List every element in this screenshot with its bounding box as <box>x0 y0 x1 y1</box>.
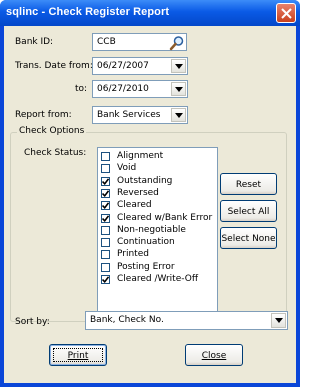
close-button[interactable]: Close <box>185 344 243 366</box>
select-all-button[interactable]: Select All <box>220 200 277 222</box>
bank-id-input[interactable]: CCB <box>92 33 187 51</box>
chevron-down-icon <box>175 113 183 118</box>
trans-date-from-label: Trans. Date from: <box>15 61 93 71</box>
trans-date-to-label: to: <box>75 84 88 94</box>
magnifier-icon <box>169 36 184 51</box>
checkbox-checked[interactable] <box>101 176 110 186</box>
trans-date-to-dropdown-button[interactable] <box>171 82 186 96</box>
focus-rectangle <box>53 348 103 362</box>
checkmark-icon <box>102 202 109 210</box>
report-from-dropdown-button[interactable] <box>171 108 186 122</box>
check-status-list[interactable]: Alignment Void Outstanding Reversed Cleared C… <box>97 147 218 313</box>
close-window-button[interactable] <box>276 3 296 23</box>
window-title: sqlinc - Check Register Report <box>6 6 170 18</box>
checkbox-unchecked[interactable] <box>101 225 110 235</box>
title-bar[interactable]: sqlinc - Check Register Report <box>0 0 300 26</box>
checkmark-icon <box>102 190 109 197</box>
checkbox-unchecked[interactable] <box>101 152 110 161</box>
bank-id-label: Bank ID: <box>15 37 54 47</box>
status-item-label: Cleared w/Bank Error <box>117 212 213 223</box>
checkbox-unchecked[interactable] <box>101 238 110 248</box>
print-button[interactable]: Print <box>49 344 107 366</box>
dialog-window: sqlinc - Check Register Report Bank ID: … <box>0 0 300 387</box>
trans-date-to-select[interactable]: 06/27/2010 <box>92 80 188 98</box>
status-item-label: Non-negotiable <box>117 224 186 235</box>
status-item-label: Reversed <box>117 187 159 198</box>
checkbox-checked[interactable] <box>101 188 110 198</box>
sort-by-dropdown-button[interactable] <box>271 313 286 328</box>
check-status-label: Check Status: <box>24 148 87 158</box>
sort-by-label: Sort by: <box>15 317 50 327</box>
checkmark-icon <box>102 214 109 222</box>
dialog-body: Bank ID: CCB Trans. Date from: 06/27/200… <box>4 26 296 383</box>
checkbox-checked[interactable] <box>101 201 110 211</box>
sort-by-select[interactable]: Bank, Check No. <box>85 311 288 330</box>
checkmark-icon <box>102 177 109 185</box>
status-item-label: Continuation <box>117 237 175 248</box>
status-item-label: Cleared /Write-Off <box>117 274 199 284</box>
status-item-label: Void <box>117 163 137 174</box>
checkbox-unchecked[interactable] <box>101 262 110 272</box>
trans-date-from-dropdown-button[interactable] <box>171 59 186 73</box>
report-from-select[interactable]: Bank Services <box>92 106 188 124</box>
trans-date-from-select[interactable]: 06/27/2007 <box>92 57 188 75</box>
bank-lookup-button[interactable] <box>169 35 185 51</box>
chevron-down-icon <box>275 318 283 323</box>
close-icon <box>281 8 292 19</box>
checkbox-unchecked[interactable] <box>101 164 110 174</box>
report-from-label: Report from: <box>15 110 72 120</box>
checkbox-checked[interactable] <box>101 275 110 284</box>
check-options-legend: Check Options <box>17 126 87 136</box>
status-item-label: Printed <box>117 249 149 260</box>
chevron-down-icon <box>175 87 183 92</box>
checkmark-icon <box>102 276 109 283</box>
status-item-label: Alignment <box>117 151 164 161</box>
status-item-label: Outstanding <box>117 175 173 186</box>
checkbox-unchecked[interactable] <box>101 250 110 260</box>
status-item-label: Cleared <box>117 200 152 211</box>
status-item-label: Posting Error <box>117 261 175 272</box>
reset-button[interactable]: Reset <box>220 173 277 195</box>
chevron-down-icon <box>175 64 183 69</box>
checkbox-checked[interactable] <box>101 213 110 223</box>
select-none-button[interactable]: Select None <box>220 227 277 249</box>
